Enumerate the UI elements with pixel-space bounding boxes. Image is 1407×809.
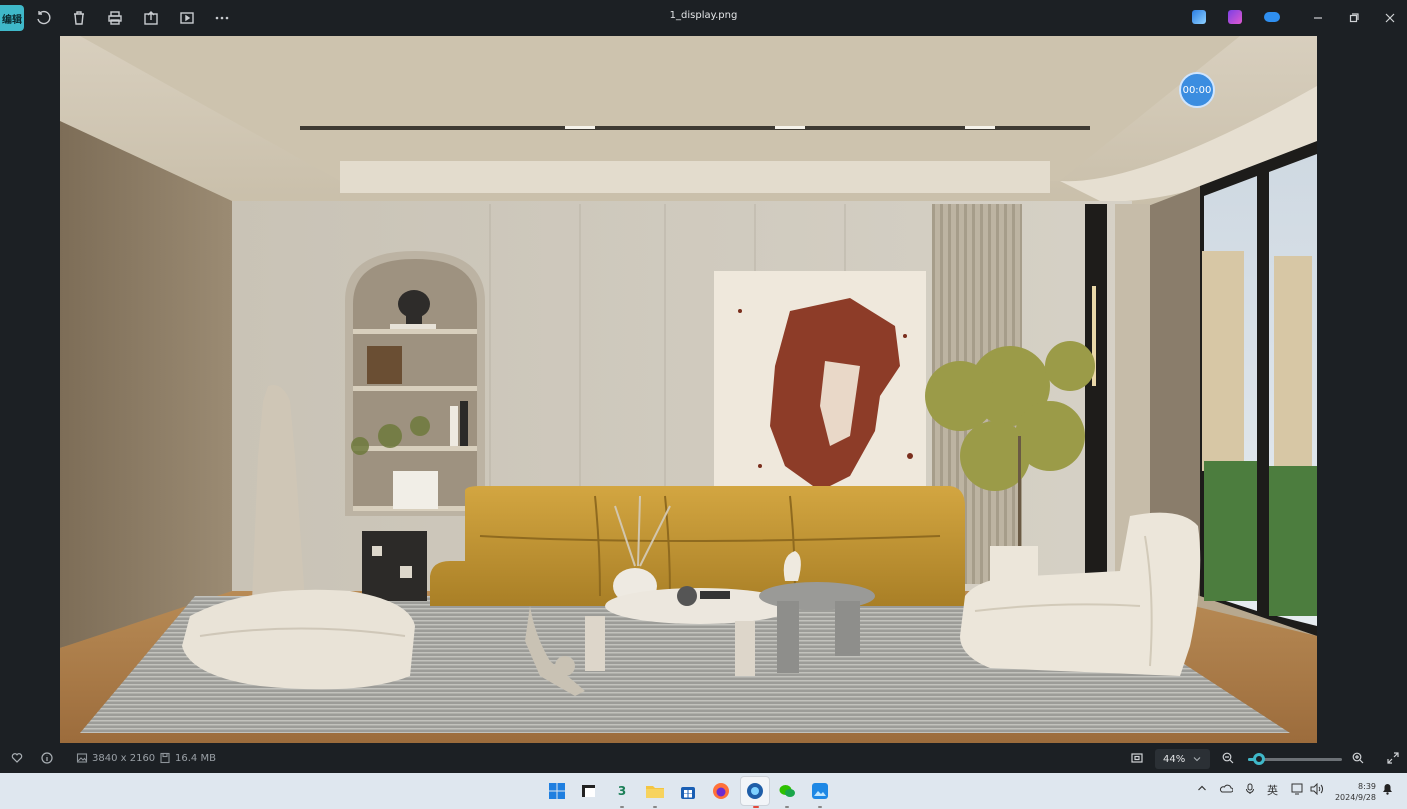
image-dimensions: 3840 x 2160 <box>76 752 155 764</box>
notification-bell-icon[interactable] <box>1382 783 1393 798</box>
photos-app-icon[interactable] <box>809 780 831 802</box>
wechat-icon[interactable] <box>776 780 798 802</box>
zoom-slider[interactable] <box>1248 753 1342 765</box>
active-app-icon[interactable] <box>744 780 766 802</box>
favorite-heart-icon[interactable] <box>11 752 23 764</box>
input-method-indicator[interactable]: 英 <box>1267 782 1278 798</box>
restore-icon[interactable] <box>1344 8 1364 28</box>
onedrive-icon[interactable] <box>1264 12 1280 22</box>
minimize-icon[interactable] <box>1308 8 1328 28</box>
share-icon[interactable] <box>142 9 160 27</box>
task-view-icon[interactable] <box>578 780 600 802</box>
clock-time: 8:39 <box>1358 782 1376 791</box>
fullscreen-icon[interactable] <box>1387 752 1399 764</box>
file-size: 16.4 MB <box>159 752 216 764</box>
clipchamp-icon[interactable] <box>1228 10 1242 24</box>
screen-recorder-timer-badge[interactable]: 00:00 <box>1179 72 1215 108</box>
app-3-icon[interactable]: 3 <box>611 780 633 802</box>
file-explorer-icon[interactable] <box>644 780 666 802</box>
zoom-level-text: 44% <box>1163 753 1186 765</box>
running-indicator <box>653 806 657 808</box>
slideshow-icon[interactable] <box>178 9 196 27</box>
image-canvas[interactable] <box>60 36 1317 743</box>
close-icon[interactable] <box>1380 8 1400 28</box>
title-toolbar: 编辑 1_display.png <box>0 0 1407 36</box>
show-hidden-icons-chevron-up-icon[interactable] <box>1197 783 1207 796</box>
volume-icon[interactable] <box>1310 782 1324 798</box>
print-icon[interactable] <box>106 9 124 27</box>
windows-taskbar: 3 英 8:39 2024/9/28 <box>0 773 1407 809</box>
running-indicator <box>620 806 624 808</box>
edit-image-button[interactable]: 编辑 <box>0 5 24 31</box>
active-indicator <box>753 806 759 808</box>
microphone-icon[interactable] <box>1245 783 1255 798</box>
firefox-icon[interactable] <box>710 780 732 802</box>
photos-edit-icon[interactable] <box>1192 10 1206 24</box>
file-info-icon[interactable] <box>41 752 53 764</box>
zoom-in-icon[interactable] <box>1352 752 1364 764</box>
fit-to-window-icon[interactable] <box>1131 752 1143 764</box>
disk-icon <box>160 752 170 764</box>
delete-icon[interactable] <box>70 9 88 27</box>
file-name-text: 1_display.png <box>669 10 738 21</box>
system-clock[interactable]: 8:39 2024/9/28 <box>1332 781 1376 803</box>
zoom-slider-thumb[interactable] <box>1253 753 1266 765</box>
more-icon[interactable] <box>213 9 231 27</box>
windows-start-icon[interactable] <box>546 780 568 802</box>
display-icon[interactable] <box>1291 783 1305 798</box>
status-bar: 3840 x 2160 16.4 MB 44% <box>0 746 1407 773</box>
running-indicator <box>818 806 822 808</box>
living-room-photo <box>60 36 1317 743</box>
running-indicator <box>785 806 789 808</box>
microsoft-store-icon[interactable] <box>677 780 699 802</box>
chevron-down-icon <box>1193 757 1201 762</box>
rotate-icon[interactable] <box>34 9 52 27</box>
dimensions-text: 3840 x 2160 <box>92 752 156 764</box>
file-size-text: 16.4 MB <box>175 752 216 764</box>
zoom-out-icon[interactable] <box>1222 752 1234 764</box>
image-size-icon <box>76 753 88 763</box>
onedrive-tray-icon[interactable] <box>1219 783 1234 796</box>
clock-date: 2024/9/28 <box>1334 793 1376 802</box>
zoom-level-dropdown[interactable]: 44% <box>1155 749 1210 769</box>
